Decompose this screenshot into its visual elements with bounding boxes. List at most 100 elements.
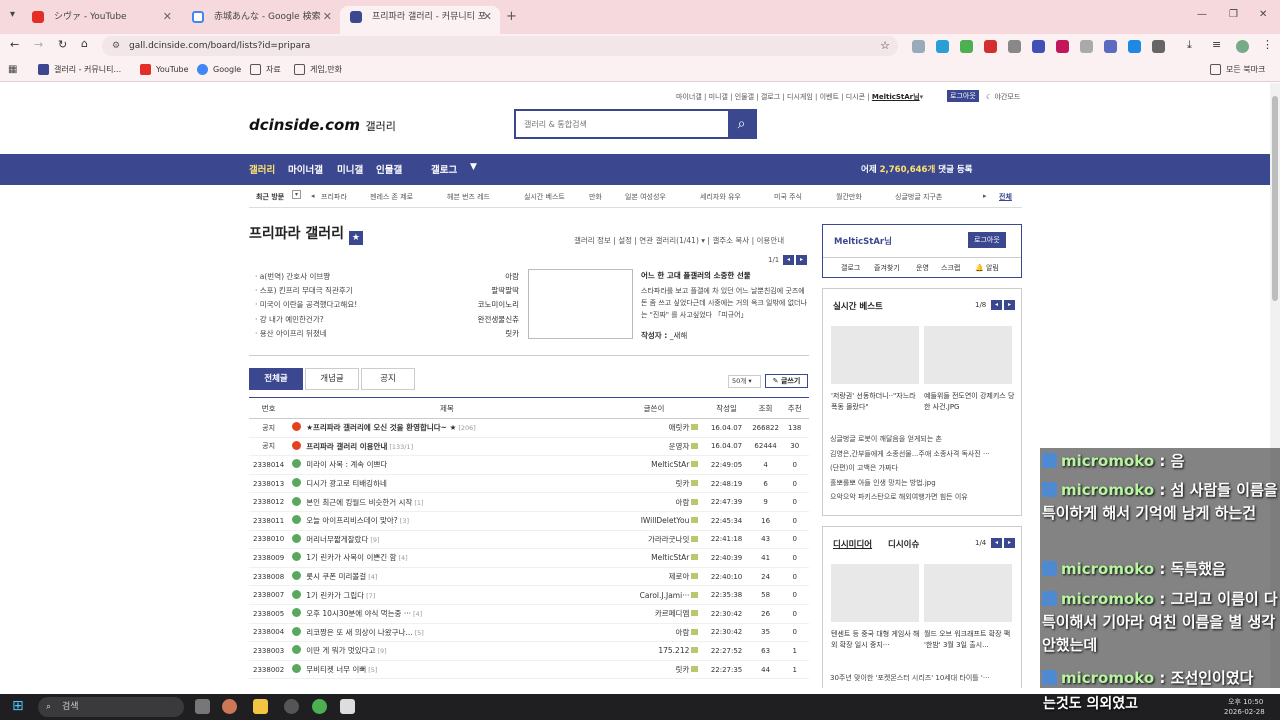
copilot-icon[interactable] <box>222 699 237 714</box>
close-window-icon[interactable]: ✕ <box>1259 9 1267 20</box>
post-writer[interactable]: 아람 <box>676 628 690 637</box>
post-writer-cell[interactable]: 175.212 <box>605 641 703 661</box>
post-title-cell[interactable]: 1기 린카가 사복이 이쁜긴 함 [4] <box>288 548 606 568</box>
post-title-cell[interactable]: 미라이 사복 : 계속 이쁘다 <box>288 455 606 475</box>
media-thumbnail[interactable] <box>924 564 1012 622</box>
post-title[interactable]: 프리파라 갤러리 이용안내 <box>306 442 387 451</box>
feature-thumbnail[interactable] <box>528 269 633 339</box>
table-row[interactable]: 2338010 머리너무짧게잘랐다 [9] 가라라굿나잇 22:41:18 43 0 <box>249 530 809 550</box>
apps-grid-icon[interactable]: ▦ <box>8 64 17 75</box>
top-link[interactable]: 디시콘 <box>846 93 865 101</box>
post-title[interactable]: ★프리파라 갤러리에 오신 것을 환영합니다~ ★ <box>306 423 456 432</box>
post-title[interactable]: 머리너무짧게잘랐다 <box>306 535 368 544</box>
post-title[interactable]: 1기 린카가 사복이 이쁜긴 함 <box>306 553 396 562</box>
windows-start-icon[interactable]: ⊞ <box>12 699 27 714</box>
bookmark-folder-game[interactable]: 게임,만화 <box>294 63 342 76</box>
night-mode-toggle[interactable]: ☾ 야간모드 <box>986 92 1020 102</box>
recent-item[interactable]: 세리자와 유우 <box>700 192 741 202</box>
extension-icon[interactable] <box>1128 40 1141 53</box>
settings-link[interactable]: 설정 <box>618 236 632 245</box>
post-title[interactable]: 디시가 광고로 티배깅하네 <box>306 479 387 488</box>
table-row[interactable]: 공지 프리파라 갤러리 이용안내 [133/1] 운영자 16.04.07 62444 30 <box>249 437 809 457</box>
trend-title[interactable]: · 미국이 이란을 공격했다고해요! <box>255 299 357 310</box>
bookmark-gallery[interactable]: 갤러리 - 커뮤니티... <box>38 63 121 76</box>
post-writer[interactable]: Carol.J.Jami··· <box>640 591 690 600</box>
recent-next-icon[interactable]: ▸ <box>983 192 987 200</box>
task-view-icon[interactable] <box>195 699 210 714</box>
post-writer[interactable]: 가라라굿나잇 <box>648 535 689 544</box>
extension-icon[interactable] <box>1104 40 1117 53</box>
recent-item[interactable]: 일본 여성성우 <box>625 192 666 202</box>
post-title[interactable]: 무비티켓 너무 이뻐 <box>306 665 366 674</box>
tab-concept-posts[interactable]: 개념글 <box>305 368 359 390</box>
post-writer[interactable]: MelticStAr <box>651 460 689 469</box>
best-next-button[interactable]: ▸ <box>1004 300 1015 310</box>
nav-gallery[interactable]: 갤러리 <box>249 162 275 176</box>
top-link[interactable]: 디시게임 <box>787 93 813 101</box>
feature-text[interactable]: 스타파라를 보고 플갤에 차 있던 어느 날뿐친김에 굿즈에 돈 좀 쓰고 싶었… <box>641 285 809 321</box>
table-row[interactable]: 2338002 무비티켓 너무 이뻐 [5] 릿카 22:27:35 44 1 <box>249 660 809 680</box>
per-page-select[interactable]: 50개 ▾ <box>728 375 761 388</box>
post-title-cell[interactable]: 디시가 광고로 티배깅하네 <box>288 474 606 494</box>
media-caption[interactable]: 월드 오브 워크래프트 확장 팩 '한밤' 3월 3일 출시... <box>924 629 1016 651</box>
comment-count[interactable]: [7] <box>366 592 375 600</box>
nav-minor[interactable]: 마이너갤 <box>288 162 323 176</box>
post-writer-cell[interactable]: IWillDeletYou <box>605 511 703 531</box>
chrome-icon[interactable] <box>312 699 327 714</box>
post-title[interactable]: 리코짱은 또 새 의상이 나왔구나... <box>306 628 412 637</box>
post-writer-cell[interactable]: MelticStAr <box>605 548 703 568</box>
post-writer-cell[interactable]: 가라라굿나잇 <box>605 530 703 550</box>
post-writer[interactable]: MelticStAr <box>651 553 689 562</box>
comment-count[interactable]: [133/1] <box>389 443 413 451</box>
close-icon[interactable]: ✕ <box>323 6 332 28</box>
post-title[interactable]: 오늘 아이프리비스데이 맞아? <box>306 516 398 525</box>
post-writer[interactable]: 카르페디엠 <box>655 609 690 618</box>
best-thumbnail[interactable] <box>831 326 919 384</box>
extension-icon[interactable] <box>912 40 925 53</box>
tab-google[interactable]: 赤城あんな - Google 検索 ✕ <box>182 6 340 34</box>
extension-icon[interactable] <box>1080 40 1093 53</box>
table-row[interactable]: 2338011 오늘 아이프리비스데이 맞아? [3] IWillDeletYou 22… <box>249 511 809 531</box>
best-item[interactable]: (단편)이 고백은 가짜다 <box>830 463 1012 473</box>
comment-count[interactable]: [4] <box>398 554 407 562</box>
table-row[interactable]: 공지 ★프리파라 갤러리에 오신 것을 환영합니다~ ★ [206] 애릿카 16.04… <box>249 418 809 438</box>
recent-item[interactable]: 실시간 베스트 <box>524 192 565 202</box>
media-caption[interactable]: 텐센트 등 중국 대형 게임사 해외 확장 일시 중지··· <box>831 629 923 651</box>
nav-gallog[interactable]: 갤로그 <box>431 162 457 176</box>
tab-search-icon[interactable]: ▾ <box>10 9 15 20</box>
post-title-cell[interactable]: ★프리파라 갤러리에 오신 것을 환영합니다~ ★ [206] <box>288 418 606 438</box>
related-gallery-link[interactable]: 연관 갤러리(1/41) <box>639 236 699 245</box>
best-prev-button[interactable]: ◂ <box>991 300 1002 310</box>
top-link[interactable]: 마이너갤 <box>676 93 702 101</box>
tab-dcinside[interactable]: 프리파라 갤러리 - 커뮤니티 포 ✕ <box>340 6 500 34</box>
recent-prev-icon[interactable]: ◂ <box>311 192 315 200</box>
app-icon[interactable] <box>340 699 355 714</box>
extension-icon[interactable] <box>1056 40 1069 53</box>
menu-scrap[interactable]: 스크랩 <box>941 263 960 273</box>
table-row[interactable]: 2338014 미라이 사복 : 계속 이쁘다 MelticStAr 22:49:05… <box>249 455 809 475</box>
tab-notice[interactable]: 공지 <box>361 368 415 390</box>
post-writer-cell[interactable]: 아람 <box>605 492 703 512</box>
copy-address-link[interactable]: 갤주소 복사 <box>712 236 749 245</box>
bookmark-folder-jaryo[interactable]: 자료 <box>250 63 281 76</box>
post-title[interactable]: 이딴 게 뭐가 멋있다고 <box>306 646 375 655</box>
comment-count[interactable]: [3] <box>400 517 409 525</box>
menu-alarm[interactable]: 🔔 알림 <box>975 263 999 273</box>
post-writer[interactable]: 애릿카 <box>669 423 690 432</box>
taskbar-search[interactable]: ⌕ 검색 <box>38 697 184 717</box>
post-writer-cell[interactable]: 제로아 <box>605 567 703 587</box>
table-row[interactable]: 2338013 디시가 광고로 티배깅하네 릿카 22:48:19 6 0 <box>249 474 809 494</box>
post-title-cell[interactable]: 프리파라 갤러리 이용안내 [133/1] <box>288 437 606 457</box>
menu-gallog[interactable]: 갤로그 <box>841 263 860 273</box>
file-explorer-icon[interactable] <box>253 699 268 714</box>
search-icon[interactable]: ⌕ <box>728 111 755 137</box>
media-item[interactable]: 30주년 맞이한 '포켓몬스터 시리즈' 10세대 타이틀 '··· <box>830 673 1012 683</box>
recent-item[interactable]: 헤븐 번즈 레드 <box>447 192 490 202</box>
comment-count[interactable]: [5] <box>368 666 377 674</box>
write-button[interactable]: ✎ 글쓰기 <box>765 374 808 388</box>
comment-count[interactable]: [206] <box>458 424 475 432</box>
scrollbar-thumb[interactable] <box>1272 96 1278 301</box>
best-item[interactable]: 싱글벙글 로봇이 깨달음을 얻게되는 촌 <box>830 434 1012 444</box>
back-icon[interactable]: ← <box>10 38 19 51</box>
post-writer-cell[interactable]: MelticStAr <box>605 455 703 475</box>
